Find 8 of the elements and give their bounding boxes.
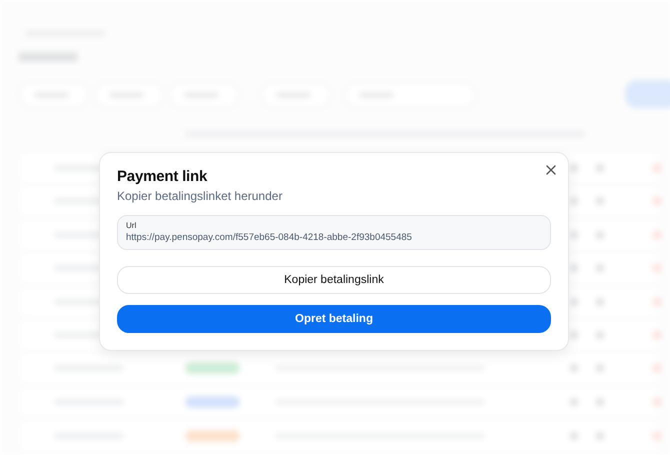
create-payment-button[interactable]: Opret betaling xyxy=(117,305,551,333)
copy-link-button[interactable]: Kopier betalingslink xyxy=(117,266,551,294)
dialog-subtitle: Kopier betalingslinket herunder xyxy=(117,189,284,204)
close-icon[interactable] xyxy=(546,165,556,175)
field-label: Url xyxy=(126,221,138,231)
dialog-title: Payment link xyxy=(117,168,208,186)
url-value: https://pay.pensopay.com/f557eb65-084b-4218-abbe-2f93b0455485 xyxy=(126,231,413,244)
url-field[interactable]: Url https://pay.pensopay.com/f557eb65-084b-4218-abbe-2f93b0455485 xyxy=(117,215,551,250)
